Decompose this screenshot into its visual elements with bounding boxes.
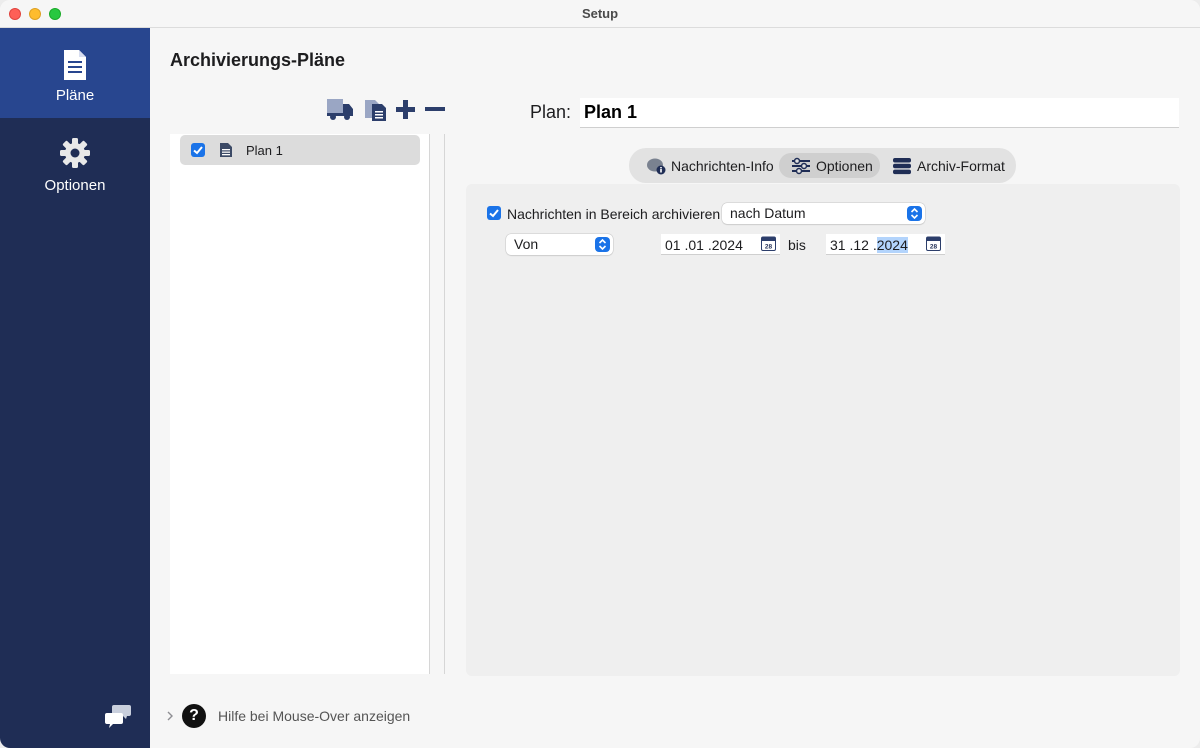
chevron-updown-icon bbox=[907, 206, 922, 221]
plan-name-input[interactable] bbox=[580, 98, 1179, 128]
range-type-select[interactable]: Von bbox=[506, 234, 613, 255]
date-from-day[interactable]: 01 bbox=[665, 237, 681, 253]
tab-label: Nachrichten-Info bbox=[671, 158, 774, 174]
archive-range-label: Nachrichten in Bereich archivieren: bbox=[507, 206, 725, 222]
page-title: Archivierungs-Pläne bbox=[170, 50, 346, 70]
minus-icon[interactable] bbox=[422, 96, 450, 122]
document-icon bbox=[220, 143, 232, 157]
calendar-icon[interactable]: 28 bbox=[926, 236, 941, 251]
truck-icon[interactable] bbox=[326, 96, 354, 122]
database-icon bbox=[893, 158, 911, 175]
tab-label: Archiv-Format bbox=[917, 158, 1005, 174]
date-to-year[interactable]: 2024 bbox=[876, 237, 908, 253]
range-mode-value: nach Datum bbox=[730, 205, 806, 221]
window-title: Setup bbox=[581, 6, 619, 21]
range-separator-label: bis bbox=[788, 237, 806, 253]
title-bar: Setup bbox=[0, 0, 1200, 28]
checkmark-icon bbox=[193, 146, 203, 155]
date-from-field[interactable]: 01 .01 .2024 28 bbox=[661, 234, 780, 255]
duplicate-icon[interactable] bbox=[362, 96, 390, 122]
tab-optionen[interactable]: Optionen bbox=[779, 153, 880, 178]
date-to-month[interactable]: 12 bbox=[853, 237, 869, 253]
tab-nachrichten-info[interactable]: Nachrichten-Info bbox=[639, 153, 779, 178]
message-info-icon bbox=[647, 158, 666, 175]
chat-bubbles-icon[interactable] bbox=[104, 702, 132, 730]
plan-enabled-checkbox[interactable] bbox=[191, 143, 205, 157]
calendar-icon[interactable]: 28 bbox=[761, 236, 776, 251]
chevron-right-icon[interactable] bbox=[165, 709, 175, 723]
plus-icon[interactable] bbox=[392, 96, 420, 122]
document-icon bbox=[64, 50, 86, 80]
sidebar-item-label: Optionen bbox=[44, 177, 106, 194]
gear-icon bbox=[60, 138, 90, 168]
help-button[interactable]: ? bbox=[182, 704, 206, 728]
range-type-value: Von bbox=[514, 236, 539, 252]
plans-list: Plan 1 bbox=[170, 134, 430, 674]
plan-name: Plan 1 bbox=[246, 143, 283, 158]
sidebar-item-label: Pläne bbox=[55, 87, 95, 104]
splitter[interactable] bbox=[444, 134, 445, 674]
date-to-field[interactable]: 31 .12 .2024 28 bbox=[826, 234, 945, 255]
options-panel bbox=[466, 184, 1180, 676]
sidebar-item-plaene[interactable]: Pläne bbox=[0, 28, 150, 118]
help-mouseover-label[interactable]: Hilfe bei Mouse-Over anzeigen bbox=[218, 708, 410, 724]
checkmark-icon bbox=[489, 209, 499, 218]
tab-bar: Nachrichten-Info Optionen Archiv-Format bbox=[629, 148, 1016, 183]
sidebar: Pläne Optionen bbox=[0, 28, 150, 748]
calendar-day: 28 bbox=[930, 244, 938, 251]
list-item[interactable]: Plan 1 bbox=[180, 135, 420, 165]
sidebar-item-optionen[interactable]: Optionen bbox=[0, 118, 150, 208]
date-from-month[interactable]: 01 bbox=[688, 237, 704, 253]
tab-archiv-format[interactable]: Archiv-Format bbox=[885, 153, 1010, 178]
chevron-updown-icon bbox=[595, 237, 610, 252]
date-to-day[interactable]: 31 bbox=[830, 237, 846, 253]
setup-window: Setup Pläne Optionen Archivierungs-Pläne… bbox=[0, 0, 1200, 748]
date-from-year[interactable]: 2024 bbox=[712, 237, 743, 253]
range-mode-select[interactable]: nach Datum bbox=[722, 203, 925, 224]
tab-label: Optionen bbox=[816, 158, 873, 174]
sliders-icon bbox=[792, 157, 810, 175]
calendar-day: 28 bbox=[765, 244, 773, 251]
plan-field-label: Plan: bbox=[530, 102, 572, 122]
archive-range-checkbox[interactable] bbox=[487, 206, 501, 220]
